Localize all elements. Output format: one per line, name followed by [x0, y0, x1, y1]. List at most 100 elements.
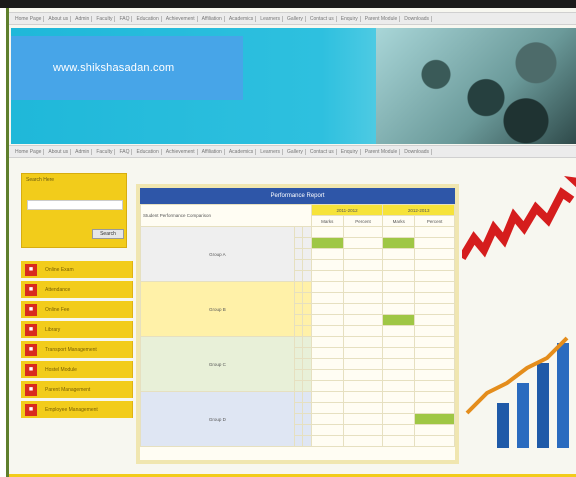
nav-item[interactable]: Enquiry [339, 15, 361, 22]
report-cell [293, 303, 304, 315]
report-cell [414, 226, 455, 238]
nav-item[interactable]: Achievement [164, 148, 198, 155]
side-menu-item[interactable]: ■ Library [21, 321, 133, 338]
side-menu-label: Transport Management [45, 346, 97, 353]
nav-item[interactable]: Academics [227, 148, 257, 155]
report-cell [302, 237, 312, 249]
menu-bullet-icon: ■ [25, 363, 37, 376]
report-cell [342, 314, 384, 326]
report-cell [414, 391, 455, 403]
nav-item[interactable]: Downloads [402, 15, 433, 22]
report-cell [293, 314, 304, 326]
nav-item[interactable]: Contact us [308, 15, 337, 22]
report-cell [382, 303, 416, 315]
banner-photo [376, 28, 576, 144]
nav-item[interactable]: Faculty [94, 15, 116, 22]
nav-item[interactable]: About us [46, 148, 72, 155]
top-decorative-strip [0, 0, 576, 8]
report-cell [293, 325, 304, 337]
nav-item[interactable]: Learners [258, 15, 284, 22]
nav-item[interactable]: Home Page [13, 148, 45, 155]
nav-item[interactable]: Parent Module [363, 148, 401, 155]
nav-item[interactable]: About us [46, 15, 72, 22]
menu-bullet-icon: ■ [25, 263, 37, 276]
subcol-header: Percent [414, 215, 455, 227]
nav-item[interactable]: Downloads [402, 148, 433, 155]
nav-item[interactable]: Education [134, 15, 162, 22]
search-title: Search Here [26, 177, 55, 183]
side-menu-item[interactable]: ■ Hostel Module [21, 361, 133, 378]
report-cell [414, 336, 455, 348]
report-cell [414, 314, 455, 326]
nav-item[interactable]: Faculty [94, 148, 116, 155]
side-menu-label: Attendance [45, 286, 71, 293]
report-cell [293, 391, 304, 403]
report-cell [302, 413, 312, 425]
report-cell [414, 281, 455, 293]
report-cell [310, 314, 344, 326]
report-cell [382, 358, 416, 370]
side-menu-item[interactable]: ■ Attendance [21, 281, 133, 298]
nav-item[interactable]: Academics [227, 15, 257, 22]
search-button[interactable]: Search [92, 229, 124, 239]
report-cell [382, 369, 416, 381]
report-cell [302, 303, 312, 315]
report-cell [302, 292, 312, 304]
report-cell [414, 435, 455, 447]
report-cell [293, 380, 304, 392]
nav-item[interactable]: FAQ [117, 15, 133, 22]
side-menu-label: Online Fee [45, 306, 70, 313]
report-cell [342, 380, 384, 392]
blue-bar-3 [537, 363, 549, 448]
nav-item[interactable]: Achievement [164, 15, 198, 22]
subcol-header: Marks [310, 215, 344, 227]
blue-bar-2 [517, 383, 529, 448]
report-cell [382, 226, 416, 238]
report-cell [342, 226, 384, 238]
report-cell [342, 325, 384, 337]
report-cell [414, 259, 455, 271]
report-cell [310, 347, 344, 359]
report-cell [342, 292, 384, 304]
nav-item[interactable]: Parent Module [363, 15, 401, 22]
side-menu-item[interactable]: ■ Parent Management [21, 381, 133, 398]
report-cell [302, 369, 312, 381]
report-cell [310, 380, 344, 392]
report-cell [414, 358, 455, 370]
nav-item[interactable]: Admin [73, 15, 93, 22]
side-menu-item[interactable]: ■ Employee Management [21, 401, 133, 418]
report-title: Performance Report [140, 188, 455, 204]
report-cell [302, 248, 312, 260]
blue-bar-4 [557, 343, 569, 448]
nav-item[interactable]: Enquiry [339, 148, 361, 155]
report-cell [414, 270, 455, 282]
side-menu-item[interactable]: ■ Online Exam [21, 261, 133, 278]
nav-item[interactable]: Home Page [13, 15, 45, 22]
report-cell [342, 358, 384, 370]
nav-item[interactable]: Affiliation [200, 148, 225, 155]
nav-item[interactable]: Gallery [285, 148, 306, 155]
nav-item[interactable]: FAQ [117, 148, 133, 155]
report-cell [310, 369, 344, 381]
nav-item[interactable]: Learners [258, 148, 284, 155]
report-cell [382, 281, 416, 293]
report-cell [293, 358, 304, 370]
search-input[interactable] [27, 200, 123, 210]
nav-item[interactable]: Gallery [285, 15, 306, 22]
report-cell [293, 424, 304, 436]
report-cell [293, 281, 304, 293]
search-panel: Search Here Search [21, 173, 127, 248]
site-url[interactable]: www.shikshasadan.com [53, 62, 174, 74]
report-cell [293, 369, 304, 381]
nav-item[interactable]: Admin [73, 148, 93, 155]
nav-item[interactable]: Education [134, 148, 162, 155]
report-cell [302, 336, 312, 348]
report-cell [310, 226, 344, 238]
side-menu-item[interactable]: ■ Online Fee [21, 301, 133, 318]
nav-item[interactable]: Contact us [308, 148, 337, 155]
report-cell [414, 347, 455, 359]
group-label: Group C [140, 336, 295, 392]
side-menu-item[interactable]: ■ Transport Management [21, 341, 133, 358]
nav-item[interactable]: Affiliation [200, 15, 225, 22]
report-cell [414, 380, 455, 392]
